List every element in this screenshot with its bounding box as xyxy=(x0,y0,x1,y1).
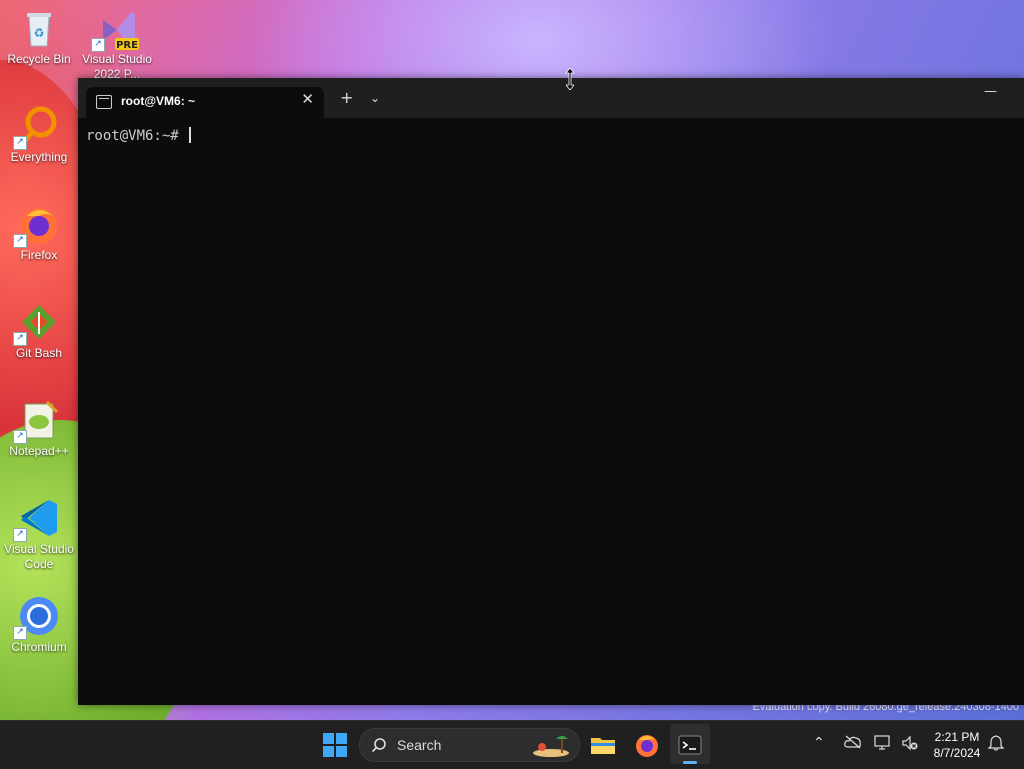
desktop-icon-recycle-bin[interactable]: ♻ Recycle Bin xyxy=(2,6,76,67)
shortcut-arrow-icon: ↗ xyxy=(13,136,27,150)
desktop-icon-git-bash[interactable]: ↗ Git Bash xyxy=(2,300,76,361)
resize-vertical-cursor-icon xyxy=(565,67,575,91)
firefox-icon: ↗ xyxy=(13,202,61,248)
chromium-icon: ↗ xyxy=(13,594,61,640)
terminal-window[interactable]: root@VM6: ~ ✕ + ⌄ — root@VM6:~# xyxy=(78,78,1024,705)
taskbar-firefox-icon[interactable] xyxy=(634,732,660,758)
terminal-prompt: root@VM6:~# xyxy=(86,128,179,144)
shortcut-arrow-icon: ↗ xyxy=(91,38,105,52)
recycle-bin-icon: ♻ xyxy=(17,6,61,50)
desktop-icon-chromium[interactable]: ↗ Chromium xyxy=(2,594,76,655)
close-tab-icon[interactable]: ✕ xyxy=(301,90,314,108)
search-highlight-beach-icon xyxy=(533,736,569,757)
notification-bell-icon[interactable] xyxy=(987,735,1005,755)
taskbar-clock[interactable]: 2:21 PM 8/7/2024 xyxy=(927,729,987,761)
taskbar: Search ⌃ 2:21 PM 8/7/2024 xyxy=(0,720,1024,769)
svg-text:♻: ♻ xyxy=(34,26,45,40)
minimize-icon[interactable]: — xyxy=(984,84,997,99)
active-app-indicator xyxy=(683,761,697,764)
taskbar-search-box[interactable]: Search xyxy=(359,728,580,762)
visual-studio-icon: PRE ↗ xyxy=(91,6,139,52)
network-icon[interactable] xyxy=(874,735,892,755)
chevron-down-icon[interactable]: ⌄ xyxy=(370,91,380,105)
chevron-up-icon[interactable]: ⌃ xyxy=(813,735,825,751)
start-windows-icon[interactable] xyxy=(322,732,348,758)
terminal-console[interactable]: root@VM6:~# xyxy=(86,127,192,144)
clock-date: 8/7/2024 xyxy=(933,746,981,760)
desktop-icon-notepad-plus-plus[interactable]: ↗ Notepad++ xyxy=(2,398,76,459)
shortcut-arrow-icon: ↗ xyxy=(13,332,27,346)
shortcut-arrow-icon: ↗ xyxy=(13,430,27,444)
vscode-icon: ↗ xyxy=(13,496,61,542)
text-cursor xyxy=(189,127,192,143)
terminal-titlebar[interactable]: root@VM6: ~ ✕ + ⌄ — xyxy=(78,78,1024,118)
new-tab-icon[interactable]: + xyxy=(340,88,353,107)
notepad-plus-plus-icon: ↗ xyxy=(13,398,61,444)
file-explorer-icon[interactable] xyxy=(590,732,616,758)
desktop-icon-firefox[interactable]: ↗ Firefox xyxy=(2,202,76,263)
desktop-icon-vscode[interactable]: ↗ Visual Studio Code xyxy=(2,496,76,572)
terminal-tab-title: root@VM6: ~ xyxy=(121,94,196,108)
desktop-icon-visual-studio[interactable]: PRE ↗ Visual Studio 2022 P... xyxy=(80,6,154,78)
everything-search-icon: ↗ xyxy=(13,104,61,150)
clock-time: 2:21 PM xyxy=(934,730,980,744)
taskbar-terminal-icon[interactable] xyxy=(677,732,703,758)
shortcut-arrow-icon: ↗ xyxy=(13,234,27,248)
shortcut-arrow-icon: ↗ xyxy=(13,528,27,542)
desktop-icon-everything[interactable]: ↗ Everything xyxy=(2,104,76,165)
git-bash-icon: ↗ xyxy=(13,300,61,346)
search-icon xyxy=(371,738,386,753)
onedrive-offline-icon[interactable] xyxy=(844,735,862,753)
shortcut-arrow-icon: ↗ xyxy=(13,626,27,640)
terminal-tab[interactable]: root@VM6: ~ ✕ xyxy=(86,87,324,118)
volume-muted-icon[interactable] xyxy=(901,735,919,755)
search-placeholder: Search xyxy=(397,737,442,753)
svg-text:PRE: PRE xyxy=(116,40,138,50)
terminal-tab-icon xyxy=(96,95,112,109)
